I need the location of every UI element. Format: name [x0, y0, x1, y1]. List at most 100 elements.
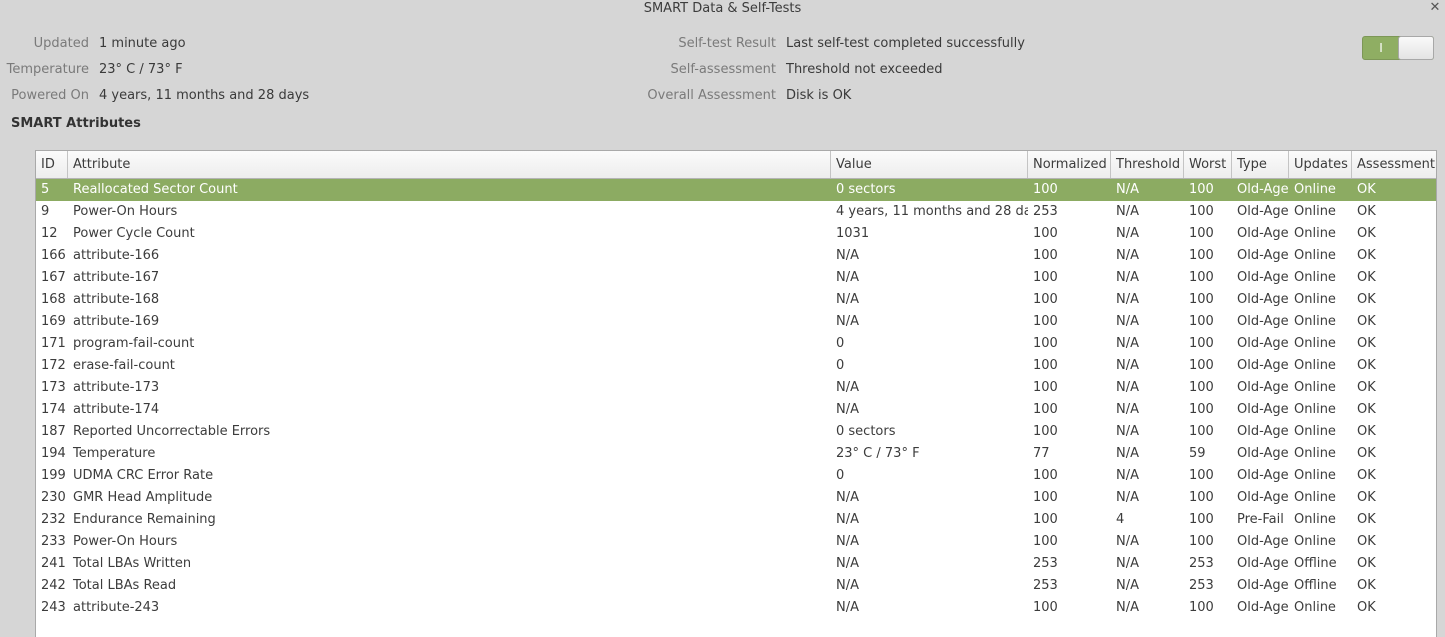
- cell-id: 168: [41, 292, 66, 307]
- cell-attribute: attribute-168: [73, 292, 160, 307]
- cell-updates: Online: [1294, 358, 1336, 373]
- column-header-worst[interactable]: Worst: [1184, 151, 1232, 178]
- column-header-normalized[interactable]: Normalized: [1028, 151, 1111, 178]
- table-row[interactable]: 5 Reallocated Sector Count 0 sectors 100 N/A…: [36, 179, 1436, 201]
- table-row[interactable]: 167 attribute-167 N/A 100 N/A 100 Old-Age Onlin…: [36, 267, 1436, 289]
- table-row[interactable]: 169 attribute-169 N/A 100 N/A 100 Old-Age Onlin…: [36, 311, 1436, 333]
- cell-worst: 100: [1189, 468, 1214, 483]
- toggle-knob[interactable]: [1398, 36, 1434, 60]
- cell-assessment: OK: [1357, 424, 1376, 439]
- cell-id: 169: [41, 314, 66, 329]
- cell-attribute: erase-fail-count: [73, 358, 175, 373]
- cell-attribute: Endurance Remaining: [73, 512, 216, 527]
- cell-value: N/A: [836, 512, 859, 527]
- cell-worst: 100: [1189, 424, 1214, 439]
- cell-updates: Online: [1294, 204, 1336, 219]
- toggle-on-indicator: I: [1379, 41, 1383, 55]
- column-header-type[interactable]: Type: [1232, 151, 1289, 178]
- cell-threshold: N/A: [1116, 270, 1139, 285]
- smart-enable-toggle[interactable]: I: [1362, 36, 1434, 60]
- cell-worst: 100: [1189, 380, 1214, 395]
- cell-updates: Online: [1294, 512, 1336, 527]
- cell-worst: 100: [1189, 600, 1214, 615]
- smart-dialog: SMART Data & Self-Tests ✕ Updated 1 minu…: [0, 0, 1445, 637]
- column-header-attribute[interactable]: Attribute: [68, 151, 831, 178]
- cell-attribute: Total LBAs Read: [73, 578, 177, 593]
- cell-attribute: attribute-169: [73, 314, 160, 329]
- table-row[interactable]: 9 Power-On Hours 4 years, 11 months and 28…: [36, 201, 1436, 223]
- cell-id: 171: [41, 336, 66, 351]
- cell-worst: 100: [1189, 182, 1214, 197]
- overall-assessment-value: Disk is OK: [786, 88, 852, 103]
- table-row[interactable]: 199 UDMA CRC Error Rate 0 100 N/A 100 Old-Age O…: [36, 465, 1436, 487]
- close-icon[interactable]: ✕: [1427, 0, 1443, 16]
- cell-id: 167: [41, 270, 66, 285]
- table-row[interactable]: 173 attribute-173 N/A 100 N/A 100 Old-Age Onlin…: [36, 377, 1436, 399]
- cell-id: 233: [41, 534, 66, 549]
- table-row[interactable]: 194 Temperature 23° C / 73° F 77 N/A 59 Old-Ag…: [36, 443, 1436, 465]
- cell-normalized: 100: [1033, 292, 1058, 307]
- cell-assessment: OK: [1357, 600, 1376, 615]
- self-test-result-value: Last self-test completed successfully: [786, 36, 1025, 51]
- column-header-threshold[interactable]: Threshold: [1111, 151, 1184, 178]
- table-row[interactable]: 230 GMR Head Amplitude N/A 100 N/A 100 Old-Age…: [36, 487, 1436, 509]
- cell-threshold: N/A: [1116, 182, 1139, 197]
- cell-attribute: Power Cycle Count: [73, 226, 195, 241]
- column-header-assessment[interactable]: Assessment: [1352, 151, 1436, 178]
- column-header-value[interactable]: Value: [831, 151, 1028, 178]
- overall-assessment-label: Overall Assessment: [647, 88, 776, 103]
- cell-type: Old-Age: [1237, 578, 1289, 593]
- table-row[interactable]: 168 attribute-168 N/A 100 N/A 100 Old-Age Onlin…: [36, 289, 1436, 311]
- table-row[interactable]: 242 Total LBAs Read N/A 253 N/A 253 Old-Age Off…: [36, 575, 1436, 597]
- cell-value: 0: [836, 336, 845, 351]
- column-header-id[interactable]: ID: [36, 151, 68, 178]
- cell-assessment: OK: [1357, 204, 1376, 219]
- cell-id: 243: [41, 600, 66, 615]
- cell-type: Old-Age: [1237, 182, 1289, 197]
- cell-worst: 100: [1189, 336, 1214, 351]
- cell-assessment: OK: [1357, 314, 1376, 329]
- column-header-updates[interactable]: Updates: [1289, 151, 1352, 178]
- cell-attribute: Reported Uncorrectable Errors: [73, 424, 271, 439]
- cell-threshold: N/A: [1116, 490, 1139, 505]
- cell-value: N/A: [836, 402, 859, 417]
- table-row[interactable]: 166 attribute-166 N/A 100 N/A 100 Old-Age Onlin…: [36, 245, 1436, 267]
- cell-id: 166: [41, 248, 66, 263]
- cell-type: Pre-Fail: [1237, 512, 1284, 527]
- table-row[interactable]: 172 erase-fail-count 0 100 N/A 100 Old-Age Onli…: [36, 355, 1436, 377]
- cell-threshold: 4: [1116, 512, 1125, 527]
- updated-row: Updated 1 minute ago: [0, 35, 600, 53]
- cell-threshold: N/A: [1116, 578, 1139, 593]
- table-row[interactable]: 232 Endurance Remaining N/A 100 4 100 Pre-Fail…: [36, 509, 1436, 531]
- cell-worst: 253: [1189, 578, 1214, 593]
- table-row[interactable]: 241 Total LBAs Written N/A 253 N/A 253 Old-Age…: [36, 553, 1436, 575]
- cell-value: N/A: [836, 556, 859, 571]
- cell-normalized: 100: [1033, 490, 1058, 505]
- cell-updates: Offline: [1294, 556, 1337, 571]
- cell-type: Old-Age: [1237, 226, 1289, 241]
- cell-assessment: OK: [1357, 248, 1376, 263]
- cell-updates: Online: [1294, 446, 1336, 461]
- cell-type: Old-Age: [1237, 204, 1289, 219]
- cell-normalized: 253: [1033, 578, 1058, 593]
- table-row[interactable]: 12 Power Cycle Count 1031 100 N/A 100 Old-Age O…: [36, 223, 1436, 245]
- powered-on-row: Powered On 4 years, 11 months and 28 day…: [0, 87, 600, 105]
- cell-updates: Online: [1294, 534, 1336, 549]
- cell-normalized: 100: [1033, 512, 1058, 527]
- self-assessment-value: Threshold not exceeded: [786, 62, 943, 77]
- cell-type: Old-Age: [1237, 556, 1289, 571]
- cell-worst: 100: [1189, 226, 1214, 241]
- cell-value: 0 sectors: [836, 182, 896, 197]
- cell-value: N/A: [836, 600, 859, 615]
- cell-normalized: 77: [1033, 446, 1050, 461]
- cell-updates: Online: [1294, 270, 1336, 285]
- cell-attribute: Total LBAs Written: [73, 556, 192, 571]
- table-row[interactable]: 233 Power-On Hours N/A 100 N/A 100 Old-Age Onli…: [36, 531, 1436, 553]
- cell-id: 173: [41, 380, 66, 395]
- table-row[interactable]: 174 attribute-174 N/A 100 N/A 100 Old-Age Onlin…: [36, 399, 1436, 421]
- cell-threshold: N/A: [1116, 468, 1139, 483]
- table-row[interactable]: 171 program-fail-count 0 100 N/A 100 Old-Age On…: [36, 333, 1436, 355]
- table-row[interactable]: 243 attribute-243 N/A 100 N/A 100 Old-Age Onlin…: [36, 597, 1436, 619]
- table-row[interactable]: 187 Reported Uncorrectable Errors 0 sector…: [36, 421, 1436, 443]
- cell-normalized: 100: [1033, 226, 1058, 241]
